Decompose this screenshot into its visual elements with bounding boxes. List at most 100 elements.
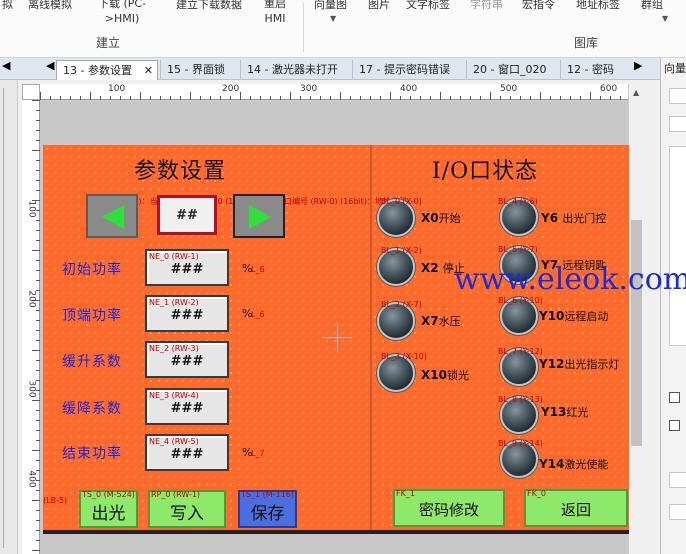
page-number-value: ## (176, 208, 198, 223)
vertical-scrollbar[interactable]: ▲ (628, 84, 644, 554)
tab-15[interactable]: 15 - 界面锁 (160, 60, 238, 80)
chevron-down-icon[interactable]: ▼ (662, 14, 668, 23)
io-label-x7: X7水压 (421, 313, 461, 329)
panel-field[interactable] (669, 504, 686, 520)
ribbon-toolbar: 拟 离线模拟 下载 (PC- >HMI) 建立下载数据 重启 HMI 向量图 ▼… (0, 0, 686, 58)
scroll-thumb[interactable] (631, 220, 642, 446)
address-tag: NE_0 (RW-1) (149, 252, 199, 261)
address-tag: TS_0 (M-524) (82, 490, 135, 499)
document-tabs: ◀ 13 - 参数设置 ✕ 15 - 界面锁 14 - 激光器未打开 17 - … (0, 58, 660, 80)
emit-light-button[interactable]: TS_0 (M-524) 出光 (79, 490, 138, 528)
io-label-y14: Y14激光使能 (539, 456, 608, 472)
tab-label: 14 - 激光器未打开 (247, 63, 338, 76)
tab-17[interactable]: 17 - 提示密码错误 (352, 60, 458, 80)
tab-13-param-settings[interactable]: 13 - 参数设置 ✕ (56, 60, 158, 80)
back-button[interactable]: FK_0 返回 (524, 489, 628, 527)
param-settings-title: 参数设置 (134, 159, 227, 184)
change-password-button[interactable]: FK_1 密码修改 (393, 489, 505, 527)
io-tag: BL_7 (Y-12) (498, 347, 543, 356)
button-label: 保存 (250, 504, 285, 524)
ruler-label: 100 (108, 84, 126, 94)
ribbon-item-picture[interactable]: 图片 (368, 0, 390, 12)
address-tag: TS_1 (M-116) (241, 490, 294, 499)
ribbon-item-sim[interactable]: 拟 (2, 0, 13, 12)
panel-field[interactable] (669, 116, 686, 132)
tab-20[interactable]: 20 - 窗口_020 (466, 60, 556, 80)
panel-checkbox[interactable] (669, 420, 680, 431)
ruler-label: 400 (26, 470, 37, 488)
initial-power-input[interactable]: NE_0 (RW-1) ### (145, 249, 229, 286)
ruler-label: 500 (500, 84, 518, 94)
tab-label: 13 - 参数设置 (63, 64, 132, 77)
button-label: 返回 (560, 501, 591, 519)
tab-label: 15 - 界面锁 (167, 63, 225, 76)
end-power-input[interactable]: NE_4 (RW-5) ### (145, 434, 229, 471)
param-label-ramp-up: 缓升系数 (62, 354, 122, 370)
top-power-input[interactable]: NE_1 (RW-2) ### (145, 295, 229, 332)
input-value: ### (170, 401, 204, 416)
param-label-initial-power: 初始功率 (62, 262, 122, 278)
close-icon[interactable]: ✕ (144, 61, 153, 81)
address-tag: RP_0 (RW-1) (151, 490, 201, 499)
screen-bottom-edge (43, 530, 629, 534)
button-label: 写入 (170, 504, 204, 524)
ribbon-item-offline-sim[interactable]: 离线模拟 (28, 0, 72, 12)
ribbon-item-restart-hmi[interactable]: 重启 HMI (264, 0, 286, 26)
io-tag: BL_0 (X-0) (381, 197, 422, 206)
arrow-right-icon (249, 205, 271, 229)
write-button[interactable]: RP_0 (RW-1) 写入 (148, 490, 226, 528)
ruler-label: 300 (300, 84, 318, 94)
prev-page-button[interactable] (86, 194, 138, 238)
left-side-strip (0, 80, 18, 554)
address-tag: FK_1 (396, 489, 415, 498)
ribbon-item-download[interactable]: 下载 (PC- >HMI) (98, 0, 146, 26)
ruler-vertical: 100 200 300 400 (22, 100, 40, 554)
ruler-corner-icon (22, 84, 40, 100)
ribbon-separator (303, 2, 304, 52)
address-tag: NE_2 (RW-3) (149, 344, 199, 353)
panel-checkbox[interactable] (669, 392, 680, 403)
ribbon-item-build-download[interactable]: 建立下载数据 (176, 0, 242, 12)
panel-field[interactable] (669, 472, 686, 488)
save-button[interactable]: TS_1 (M-116) 保存 (238, 490, 297, 528)
io-code: Y6 (541, 211, 559, 225)
next-page-button[interactable] (233, 194, 285, 238)
io-tag: BL_9 (Y-14) (498, 439, 543, 448)
io-name: 激光使能 (564, 458, 609, 471)
tab-14[interactable]: 14 - 激光器未打开 (240, 60, 346, 80)
watermark-text: www.eleok.com (454, 262, 686, 297)
chevron-down-icon[interactable]: ▼ (330, 14, 336, 23)
side-bar[interactable] (3, 88, 13, 548)
ribbon-item-vector[interactable]: 向量图 (314, 0, 347, 12)
ribbon-item-address-label[interactable]: 地址标签 (576, 0, 620, 12)
ruler-horizontal: 100 200 300 400 500 600 (40, 84, 628, 100)
tabs-scroll-left-icon[interactable]: ◀ (2, 59, 10, 72)
ribbon-item-group[interactable]: 群组 (641, 0, 663, 12)
io-code: X0 (421, 211, 439, 225)
panel-field[interactable] (669, 88, 686, 104)
input-value: ### (170, 308, 204, 323)
unit-tag: L_6 (251, 265, 265, 274)
ribbon-item-text-label[interactable]: 文字标签 (406, 0, 450, 12)
ramp-down-input[interactable]: NE_3 (RW-4) ### (145, 388, 229, 425)
io-code: Y10 (539, 309, 565, 323)
unit-tag: L_6 (251, 310, 265, 319)
ribbon-item-macro[interactable]: 宏指令 (522, 0, 555, 12)
ramp-up-input[interactable]: NE_2 (RW-3) ### (145, 341, 229, 378)
io-name: 红光 (566, 406, 589, 419)
io-name: 出光指示灯 (564, 358, 620, 371)
address-tag: NE_1 (RW-2) (149, 298, 199, 307)
param-label-end-power: 结束功率 (62, 446, 122, 462)
io-tag: BL_6 (Y-10) (498, 296, 543, 305)
tabs-prev-icon[interactable]: ◀ (46, 59, 54, 72)
panel-list[interactable] (669, 146, 686, 346)
tabs-next-icon[interactable]: ▶ (634, 59, 642, 72)
tab-label: 12 - 密码 (567, 63, 614, 76)
param-label-top-power: 顶端功率 (62, 308, 122, 324)
ruler-label: 200 (26, 290, 37, 308)
tab-12[interactable]: 12 - 密码 (560, 60, 626, 80)
scroll-up-icon[interactable]: ▲ (633, 88, 639, 97)
param-label-ramp-down: 缓降系数 (62, 401, 122, 417)
tab-label: 17 - 提示密码错误 (359, 63, 450, 76)
io-tag: BL_8 (Y-13) (498, 395, 543, 404)
